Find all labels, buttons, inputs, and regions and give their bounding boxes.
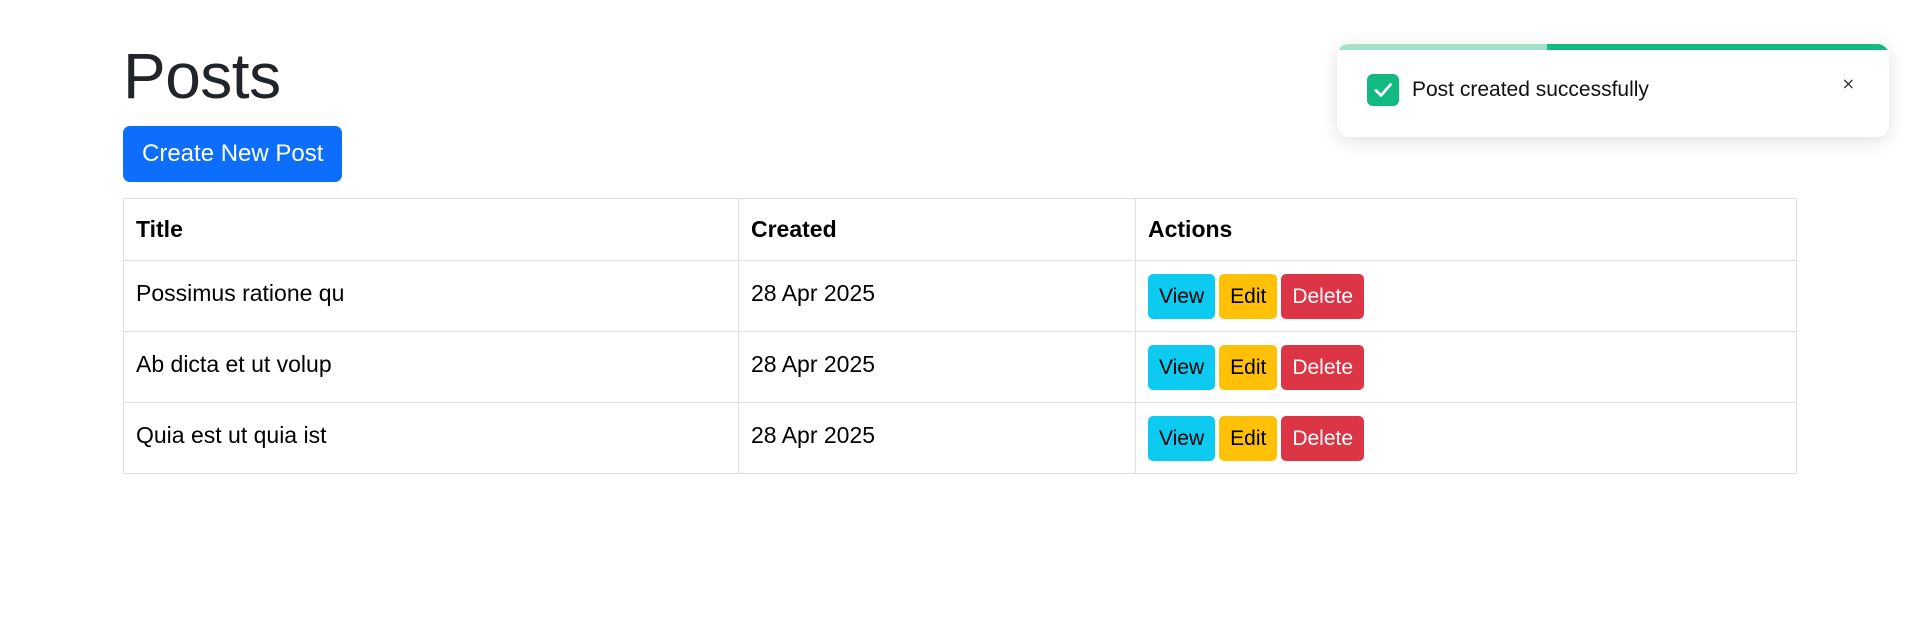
view-button[interactable]: View <box>1148 344 1216 390</box>
delete-button[interactable]: Delete <box>1281 344 1365 390</box>
edit-button[interactable]: Edit <box>1219 273 1278 319</box>
post-created-cell: 28 Apr 2025 <box>738 260 1136 332</box>
edit-button[interactable]: Edit <box>1219 415 1278 461</box>
post-title-cell: Ab dicta et ut volup <box>123 331 739 403</box>
view-button[interactable]: View <box>1148 415 1216 461</box>
table-row: Quia est ut quia ist 28 Apr 2025 View Edi… <box>123 402 1797 474</box>
column-header-actions: Actions <box>1135 198 1797 261</box>
table-row: Ab dicta et ut volup 28 Apr 2025 View Edi… <box>123 331 1797 403</box>
toast-progress-bar <box>1546 44 1889 50</box>
success-toast: Post created successfully × <box>1337 44 1889 137</box>
post-actions-cell: View Edit Delete <box>1135 402 1797 474</box>
post-actions-cell: View Edit Delete <box>1135 331 1797 403</box>
create-new-post-button[interactable]: Create New Post <box>123 126 343 182</box>
edit-button[interactable]: Edit <box>1219 344 1278 390</box>
column-header-created: Created <box>738 198 1136 261</box>
toast-progress-track <box>1337 44 1889 50</box>
page: Posts Create New Post Title Created Acti… <box>0 0 1912 617</box>
table-header-row: Title Created Actions <box>123 198 1797 261</box>
table-row: Possimus ratione qu 28 Apr 2025 View Edit… <box>123 260 1797 332</box>
toast-message: Post created successfully <box>1412 78 1649 101</box>
post-created-cell: 28 Apr 2025 <box>738 402 1136 474</box>
close-icon[interactable]: × <box>1842 76 1855 92</box>
post-title-cell: Possimus ratione qu <box>123 260 739 332</box>
delete-button[interactable]: Delete <box>1281 273 1365 319</box>
post-title-cell: Quia est ut quia ist <box>123 402 739 474</box>
post-created-cell: 28 Apr 2025 <box>738 331 1136 403</box>
delete-button[interactable]: Delete <box>1281 415 1365 461</box>
post-actions-cell: View Edit Delete <box>1135 260 1797 332</box>
view-button[interactable]: View <box>1148 273 1216 319</box>
column-header-title: Title <box>123 198 739 261</box>
posts-table: Title Created Actions Possimus ratione q… <box>123 198 1797 474</box>
check-icon <box>1367 74 1399 106</box>
